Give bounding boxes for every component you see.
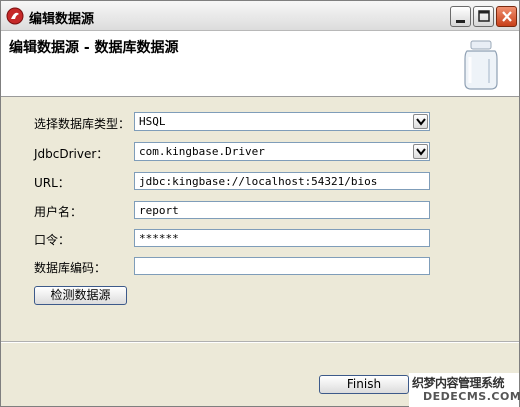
db-type-dropdown-button[interactable] [413, 114, 428, 129]
finish-button[interactable]: Finish [319, 375, 409, 394]
username-input[interactable]: report [134, 201, 430, 219]
title-bar[interactable]: 编辑数据源 [1, 1, 519, 31]
password-label: 口令： [34, 233, 71, 247]
jar-icon [464, 40, 498, 90]
maximize-icon [478, 10, 490, 22]
jdbc-driver-label: JdbcDriver： [34, 147, 109, 161]
watermark-line1: 织梦内容管理系统 [412, 376, 505, 390]
window-title: 编辑数据源 [29, 12, 95, 27]
chevron-down-icon [416, 118, 426, 126]
username-label: 用户名： [34, 205, 83, 219]
url-label: URL： [34, 176, 70, 190]
db-encoding-label: 数据库编码： [34, 261, 107, 275]
dialog-header: 编辑数据源 - 数据库数据源 [1, 31, 519, 97]
maximize-button[interactable] [473, 6, 494, 27]
app-logo-icon [6, 7, 24, 25]
watermark-line2: DEDECMS.COM [423, 390, 520, 403]
minimize-button[interactable] [450, 6, 471, 27]
minimize-icon [456, 20, 465, 23]
close-icon [502, 11, 512, 22]
page-title: 编辑数据源 - 数据库数据源 [9, 40, 179, 56]
db-type-value: HSQL [139, 115, 166, 128]
footer-divider [1, 341, 519, 343]
edit-datasource-window: 编辑数据源 编辑数据源 - 数据库数据源 选择数据库类型： HSQL JdbcD… [0, 0, 520, 407]
jdbc-driver-dropdown-button[interactable] [413, 144, 428, 159]
url-value: jdbc:kingbase://localhost:54321/bios [139, 175, 378, 188]
url-input[interactable]: jdbc:kingbase://localhost:54321/bios [134, 172, 430, 190]
db-encoding-input[interactable] [134, 257, 430, 275]
jdbc-driver-select[interactable]: com.kingbase.Driver [134, 142, 430, 161]
db-type-select[interactable]: HSQL [134, 112, 430, 131]
watermark: 织梦内容管理系统 DEDECMS.COM [409, 373, 520, 407]
password-input[interactable]: ****** [134, 229, 430, 247]
test-datasource-button[interactable]: 检测数据源 [34, 286, 127, 305]
close-button[interactable] [496, 6, 517, 27]
chevron-down-icon [416, 148, 426, 156]
db-type-label: 选择数据库类型： [34, 117, 131, 131]
password-value: ****** [139, 232, 179, 245]
jdbc-driver-value: com.kingbase.Driver [139, 145, 265, 158]
username-value: report [139, 204, 179, 217]
